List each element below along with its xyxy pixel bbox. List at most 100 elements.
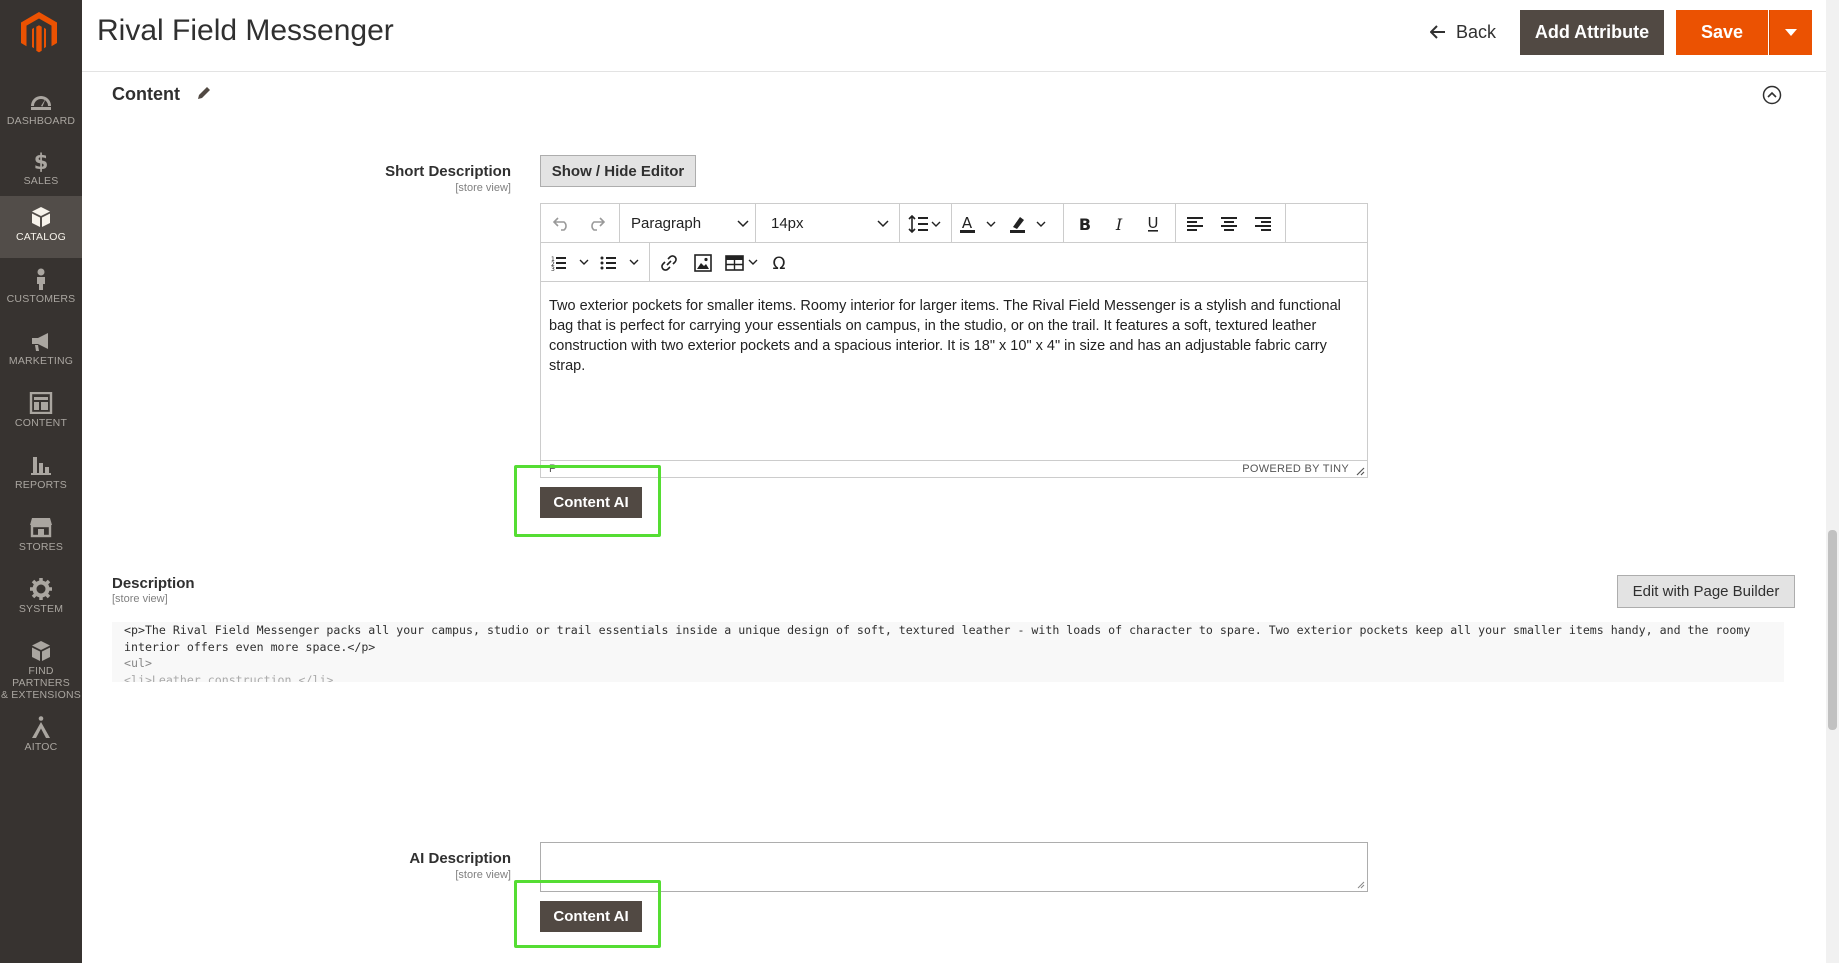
undo-button[interactable]	[549, 210, 575, 237]
omega-icon: Ω	[773, 254, 786, 272]
bold-button[interactable]: B	[1071, 210, 1099, 237]
align-left-icon	[1187, 216, 1203, 231]
bar-chart-icon	[31, 457, 51, 475]
powered-by-tiny[interactable]: POWERED BY TINY	[1242, 463, 1349, 475]
align-left-button[interactable]	[1181, 210, 1209, 237]
chevron-down-icon	[737, 219, 749, 227]
editor-statusbar: P POWERED BY TINY	[541, 460, 1367, 478]
line-height-button[interactable]	[905, 210, 945, 237]
pencil-icon[interactable]	[196, 85, 212, 101]
partners-icon	[32, 641, 50, 661]
resize-handle-icon[interactable]	[1355, 466, 1365, 476]
content-ai-button-short-description[interactable]: Content AI	[540, 487, 642, 518]
nav-marketing[interactable]: MARKETING	[0, 320, 82, 382]
svg-text:$: $	[34, 150, 49, 172]
toolbar-separator	[1175, 204, 1176, 243]
ai-description-textarea[interactable]	[540, 842, 1368, 892]
short-description-label: Short Description	[385, 163, 511, 180]
align-center-button[interactable]	[1215, 210, 1243, 237]
line-height-icon	[908, 214, 941, 233]
nav-stores[interactable]: STORES	[0, 506, 82, 568]
font-size-value: 14px	[771, 215, 804, 232]
resize-handle-icon[interactable]	[1357, 881, 1365, 889]
align-right-button[interactable]	[1249, 210, 1277, 237]
toolbar-separator	[619, 204, 620, 243]
nav-catalog-label: CATALOG	[15, 231, 67, 243]
person-icon	[37, 268, 45, 290]
add-attribute-button[interactable]: Add Attribute	[1520, 10, 1664, 55]
align-center-icon	[1221, 216, 1237, 231]
bullet-list-button[interactable]	[599, 249, 643, 276]
section-title[interactable]: Content	[112, 84, 180, 105]
scrollbar-thumb[interactable]	[1828, 530, 1837, 730]
block-format-select[interactable]: Paragraph	[625, 210, 755, 237]
dollar-icon: $	[34, 150, 49, 172]
description-code-line-1: <p>The Rival Field Messenger packs all y…	[124, 623, 1758, 654]
nav-find-partners[interactable]: FIND PARTNERS & EXTENSIONS	[0, 630, 82, 702]
page-scrollbar[interactable]	[1826, 0, 1839, 963]
back-button-label: Back	[1456, 21, 1497, 42]
edit-with-page-builder-button[interactable]: Edit with Page Builder	[1617, 575, 1795, 608]
magento-logo[interactable]	[18, 10, 60, 54]
link-icon	[661, 254, 677, 271]
table-icon	[725, 254, 758, 271]
image-icon	[694, 253, 712, 272]
nav-customers[interactable]: CUSTOMERS	[0, 258, 82, 320]
insert-image-button[interactable]	[689, 249, 717, 276]
chevron-down-icon	[877, 219, 889, 227]
highlighter-icon	[1010, 216, 1046, 233]
description-code-line-2: <ul>	[124, 656, 152, 670]
insert-link-button[interactable]	[655, 249, 683, 276]
page-title: Rival Field Messenger	[97, 14, 394, 47]
nav-customers-label: CUSTOMERS	[6, 293, 76, 305]
nav-content[interactable]: CONTENT	[0, 382, 82, 444]
font-size-select[interactable]: 14px	[765, 210, 895, 237]
nav-content-label: CONTENT	[14, 417, 68, 429]
arrow-left-icon	[1430, 25, 1445, 39]
gear-icon	[30, 578, 52, 600]
nav-dashboard[interactable]: DASHBOARD	[0, 80, 82, 142]
toolbar-separator	[899, 204, 900, 243]
text-color-button[interactable]: A	[957, 210, 1001, 237]
italic-button[interactable]: I	[1105, 210, 1133, 237]
nav-aitoc[interactable]: AITOC	[0, 706, 82, 768]
nav-sales-label: SALES	[23, 175, 59, 187]
description-code-line-3: <li>Leather construction.</li>	[124, 672, 334, 683]
numbered-list-button[interactable]: 123	[549, 249, 593, 276]
nav-system[interactable]: SYSTEM	[0, 568, 82, 630]
description-code-preview[interactable]: <p>The Rival Field Messenger packs all y…	[112, 622, 1784, 682]
nav-find-partners-label: FIND PARTNERS	[12, 665, 70, 689]
show-hide-editor-button[interactable]: Show / Hide Editor	[540, 155, 696, 187]
dashboard-icon	[31, 96, 51, 110]
redo-button[interactable]	[583, 210, 609, 237]
underline-button[interactable]: U	[1139, 210, 1167, 237]
special-character-button[interactable]: Ω	[765, 249, 793, 276]
svg-text:3: 3	[551, 266, 555, 271]
collapse-chevron-up-icon[interactable]	[1762, 85, 1782, 105]
highlight-color-button[interactable]	[1007, 210, 1051, 237]
ai-description-label: AI Description	[409, 850, 511, 867]
save-options-toggle[interactable]	[1769, 10, 1812, 55]
bullet-list-icon	[600, 256, 639, 269]
svg-text:I: I	[1115, 216, 1123, 232]
caret-down-icon	[1785, 29, 1797, 36]
back-button[interactable]: Back	[1418, 14, 1508, 50]
content-ai-button-ai-description[interactable]: Content AI	[540, 901, 642, 932]
short-description-scope: [store view]	[455, 182, 511, 194]
insert-table-button[interactable]	[723, 249, 763, 276]
undo-icon	[553, 216, 567, 231]
nav-sales[interactable]: $ SALES	[0, 140, 82, 202]
box-icon	[32, 207, 50, 227]
italic-icon: I	[1115, 216, 1123, 232]
store-icon	[30, 518, 52, 538]
nav-catalog[interactable]: CATALOG	[0, 196, 82, 258]
toolbar-separator	[951, 204, 952, 243]
save-button[interactable]: Save	[1676, 10, 1768, 55]
nav-reports[interactable]: REPORTS	[0, 444, 82, 506]
numbered-list-icon: 123	[551, 256, 589, 271]
nav-stores-label: STORES	[18, 541, 64, 553]
element-path[interactable]: P	[549, 463, 556, 475]
short-description-content[interactable]: Two exterior pockets for smaller items. …	[549, 296, 1359, 376]
page-header: Rival Field Messenger Back Add Attribute…	[82, 0, 1839, 72]
bold-icon: B	[1079, 216, 1091, 232]
